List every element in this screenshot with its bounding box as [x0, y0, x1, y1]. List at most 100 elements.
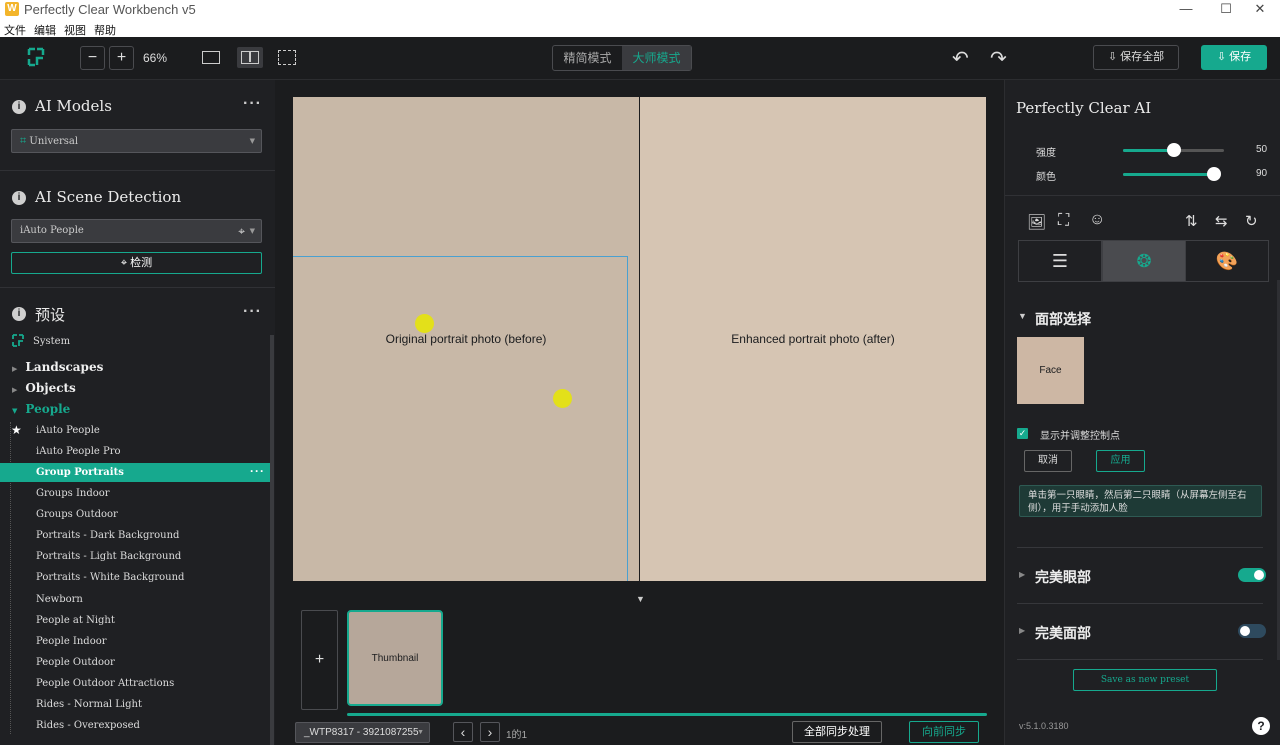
info-icon[interactable]: i: [12, 191, 26, 205]
preset-item-selected[interactable]: Group Portraits: [36, 467, 124, 478]
strength-knob[interactable]: [1167, 143, 1181, 157]
menu-view[interactable]: 视图: [64, 22, 86, 38]
category-landscapes[interactable]: ▶ Landscapes: [12, 360, 103, 374]
divider: [1017, 547, 1263, 548]
split-view-button[interactable]: [237, 47, 263, 68]
tab-face[interactable]: ❂: [1102, 240, 1186, 282]
prev-image-button[interactable]: ‹: [453, 722, 473, 742]
close-icon[interactable]: ✕: [1240, 0, 1280, 20]
color-knob[interactable]: [1207, 167, 1221, 181]
file-select[interactable]: _WTP8317 - 3921087255 ▼: [295, 722, 430, 743]
menu-file[interactable]: 文件: [4, 22, 26, 38]
flip-horizontal-icon[interactable]: ⇆: [1215, 212, 1228, 230]
presets-more-icon[interactable]: ···: [243, 303, 262, 321]
detect-button[interactable]: ⌖ 检测: [11, 252, 262, 274]
preset-item[interactable]: People Indoor: [36, 636, 107, 647]
preset-item[interactable]: Groups Outdoor: [36, 509, 118, 520]
category-people[interactable]: ▼ People: [12, 402, 70, 416]
sync-all-button[interactable]: 全部同步处理: [792, 721, 882, 743]
preset-item[interactable]: Rides - Overexposed: [36, 720, 140, 731]
help-icon[interactable]: ?: [1252, 717, 1270, 735]
ai-models-more-icon[interactable]: ···: [243, 95, 262, 113]
chevron-down-icon: ▼: [417, 729, 424, 736]
tab-adjustments[interactable]: ☰: [1018, 240, 1102, 282]
thumbnail[interactable]: Thumbnail: [347, 610, 443, 706]
crop-icon[interactable]: ⛶: [1058, 212, 1069, 230]
caret-down-icon[interactable]: ▼: [1018, 311, 1027, 321]
menu-edit[interactable]: 编辑: [34, 22, 56, 38]
rotate-icon[interactable]: ↻: [1245, 212, 1258, 230]
target-icon: ⌖: [238, 224, 245, 238]
preset-item[interactable]: People Outdoor Attractions: [36, 678, 174, 689]
photo-after[interactable]: Enhanced portrait photo (after): [640, 97, 986, 581]
apply-button[interactable]: 应用: [1096, 450, 1145, 472]
strength-value: 50: [1256, 144, 1268, 155]
image-area: Original portrait photo (before) Enhance…: [276, 80, 1004, 745]
preset-more-icon[interactable]: ···: [250, 464, 265, 478]
zoom-out-button[interactable]: −: [80, 46, 105, 70]
preset-item[interactable]: Newborn: [36, 594, 83, 605]
eye-control-point[interactable]: [553, 389, 572, 408]
star-icon[interactable]: ★: [11, 423, 22, 437]
face-thumbnail[interactable]: Face: [1017, 337, 1084, 404]
filmstrip-scrollbar[interactable]: [347, 713, 987, 716]
undo-icon[interactable]: ↶: [952, 46, 969, 71]
perfect-eyes-toggle[interactable]: [1238, 568, 1266, 582]
category-landscapes-label: Landscapes: [25, 360, 104, 374]
minimize-icon[interactable]: —: [1166, 0, 1206, 20]
single-view-icon[interactable]: [202, 51, 220, 64]
mode-master-tab[interactable]: 大师模式: [622, 46, 691, 70]
save-button[interactable]: ⇩ 保存: [1201, 45, 1267, 70]
preset-item[interactable]: iAuto People: [36, 425, 100, 436]
info-icon[interactable]: i: [12, 100, 26, 114]
scene-detection-title: AI Scene Detection: [35, 188, 182, 206]
caret-right-icon[interactable]: ▶: [1019, 570, 1025, 579]
divider: [0, 170, 275, 171]
sliders-icon: ☰: [1051, 251, 1069, 271]
preset-item[interactable]: Portraits - Light Background: [36, 551, 181, 562]
preset-item[interactable]: Portraits - Dark Background: [36, 530, 179, 541]
image-icon[interactable]: 🖼: [1027, 213, 1046, 231]
preset-item[interactable]: iAuto People Pro: [36, 446, 121, 457]
divider: [1017, 603, 1263, 604]
tab-effects[interactable]: 🎨: [1185, 240, 1269, 282]
preset-item[interactable]: People Outdoor: [36, 657, 115, 668]
preset-item[interactable]: People at Night: [36, 615, 115, 626]
system-label: System: [33, 336, 71, 347]
info-icon[interactable]: i: [12, 307, 26, 321]
scene-select[interactable]: iAuto People ⌖ ▼: [11, 219, 262, 243]
ai-model-select[interactable]: ⌗ Universal ▼: [11, 129, 262, 153]
eye-control-point[interactable]: [415, 314, 434, 333]
mode-simple-tab[interactable]: 精简模式: [553, 46, 622, 70]
left-scrollbar[interactable]: [270, 335, 274, 745]
face-selection-box[interactable]: [293, 256, 628, 581]
crop-view-icon[interactable]: [278, 50, 296, 65]
cancel-button[interactable]: 取消: [1024, 450, 1072, 472]
category-objects[interactable]: ▶ Objects: [12, 381, 76, 395]
menu-help[interactable]: 帮助: [94, 22, 116, 38]
next-image-button[interactable]: ›: [480, 722, 500, 742]
color-label: 颜色: [1036, 172, 1056, 183]
preset-item[interactable]: Portraits - White Background: [36, 572, 184, 583]
save-all-button[interactable]: ⇩ 保存全部: [1093, 45, 1179, 70]
strength-slider[interactable]: [1123, 143, 1224, 157]
face-smile-icon[interactable]: ☺: [1089, 211, 1105, 229]
perfect-eyes-label: 完美眼部: [1035, 569, 1091, 585]
preset-item[interactable]: Rides - Normal Light: [36, 699, 142, 710]
caret-right-icon[interactable]: ▶: [1019, 626, 1025, 635]
category-objects-label: Objects: [25, 381, 76, 395]
save-preset-button[interactable]: Save as new preset: [1073, 669, 1217, 691]
preset-item[interactable]: Groups Indoor: [36, 488, 110, 499]
sync-forward-button[interactable]: 向前同步: [909, 721, 979, 743]
collapse-filmstrip-icon[interactable]: ▼: [636, 594, 645, 604]
caret-right-icon: ▶: [12, 364, 18, 373]
zoom-in-button[interactable]: +: [109, 46, 134, 70]
add-image-button[interactable]: +: [301, 610, 338, 710]
save-icon: ⇩: [1216, 51, 1227, 63]
color-slider[interactable]: [1123, 167, 1221, 181]
perfect-face-toggle[interactable]: [1238, 624, 1266, 638]
logo-icon: [27, 47, 45, 67]
flip-vertical-icon[interactable]: ⇅: [1185, 212, 1198, 230]
redo-icon[interactable]: ↷: [990, 46, 1007, 71]
show-controls-checkbox[interactable]: ✓: [1017, 428, 1028, 439]
